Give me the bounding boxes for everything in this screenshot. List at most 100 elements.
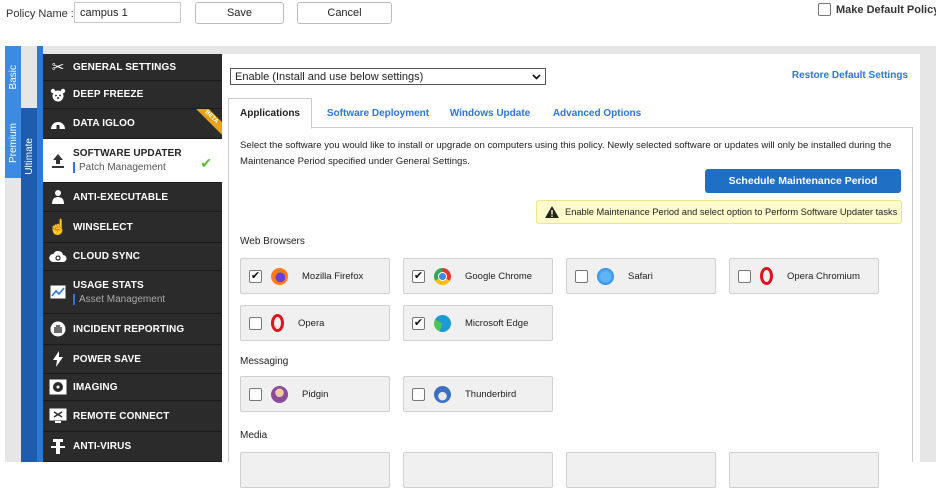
policy-name-input[interactable]: [74, 2, 181, 23]
software-name: Google Chrome: [465, 270, 533, 282]
sidebar-item-label: POWER SAVE: [73, 353, 142, 365]
sidebar-item-label: CLOUD SYNC: [73, 251, 141, 262]
software-item-media[interactable]: [729, 452, 879, 488]
sidebar-item-deep-freeze[interactable]: DEEP FREEZE: [43, 81, 222, 109]
make-default-checkbox[interactable]: [818, 3, 831, 16]
sidebar-item-imaging[interactable]: IMAGING: [43, 374, 222, 401]
thunderbird-icon: [434, 385, 451, 403]
igloo-icon: [43, 118, 73, 130]
software-checkbox[interactable]: ✔: [249, 269, 262, 283]
warning-text: Enable Maintenance Period and select opt…: [565, 207, 898, 217]
sidebar-item-incident-reporting[interactable]: INCIDENT REPORTING: [43, 314, 222, 345]
chart-icon: [43, 285, 73, 299]
sidebar-item-label: USAGE STATS: [73, 279, 144, 291]
firefox-icon: [271, 267, 288, 285]
policy-name-label: Policy Name :: [6, 8, 74, 20]
tier-premium: Premium: [5, 108, 21, 178]
software-item-firefox[interactable]: ✔ Mozilla Firefox: [240, 258, 390, 294]
tools-icon: ✂: [51, 59, 65, 76]
sidebar-item-anti-virus[interactable]: ANTI-VIRUS: [43, 432, 222, 462]
sidebar-item-cloud-sync[interactable]: CLOUD SYNC: [43, 243, 222, 271]
warning-icon: [545, 206, 559, 218]
software-checkbox[interactable]: [575, 269, 588, 283]
tier-premium-label: Premium: [7, 122, 19, 163]
edge-icon: [434, 314, 451, 332]
schedule-maintenance-button[interactable]: Schedule Maintenance Period: [705, 169, 901, 193]
antivirus-icon: [43, 438, 73, 455]
software-item-chrome[interactable]: ✔ Google Chrome: [403, 258, 553, 294]
make-default-policy-toggle[interactable]: Make Default Policy: [818, 3, 936, 16]
cloud-sync-icon: [43, 250, 73, 263]
software-checkbox[interactable]: [412, 387, 425, 401]
tab-bar: Applications Software Deployment Windows…: [228, 98, 913, 129]
software-checkbox[interactable]: [738, 269, 751, 283]
sidebar-item-label: IMAGING: [73, 381, 118, 393]
sidebar-item-general-settings[interactable]: ✂ GENERAL SETTINGS: [43, 54, 222, 81]
disc-icon: [43, 379, 73, 395]
software-item-thunderbird[interactable]: Thunderbird: [403, 376, 553, 412]
restore-default-link[interactable]: Restore Default Settings: [792, 70, 908, 81]
cursor-hand-icon: ☝: [48, 219, 68, 236]
software-item-opera-chromium[interactable]: Opera Chromium: [729, 258, 879, 294]
opera-icon: [271, 314, 284, 332]
tab-applications[interactable]: Applications: [228, 98, 312, 129]
sidebar-item-usage-stats[interactable]: USAGE STATS Asset Management: [43, 271, 222, 314]
hand-icon: [43, 321, 73, 337]
tab-software-deployment[interactable]: Software Deployment: [316, 98, 440, 128]
software-item-opera[interactable]: Opera: [240, 305, 390, 341]
tab-advanced-options[interactable]: Advanced Options: [544, 98, 650, 128]
software-item-edge[interactable]: ✔ Microsoft Edge: [403, 305, 553, 341]
sidebar-item-label: ANTI-EXECUTABLE: [73, 191, 169, 203]
opera-icon: [760, 267, 773, 285]
sidebar-item-label: SOFTWARE UPDATER: [73, 148, 182, 159]
tab-description: Select the software you would like to in…: [240, 140, 892, 167]
software-name: Microsoft Edge: [465, 317, 529, 329]
chrome-icon: [434, 267, 451, 285]
software-name: Thunderbird: [465, 388, 517, 400]
sidebar-item-remote-connect[interactable]: REMOTE CONNECT: [43, 401, 222, 432]
bear-icon: [43, 88, 73, 102]
check-icon: ✔: [200, 155, 212, 171]
software-item-media[interactable]: [403, 452, 553, 488]
beta-badge: BETA: [196, 109, 222, 135]
mode-select-value: Enable (Install and use below settings): [235, 70, 424, 83]
main-panel: Enable (Install and use below settings) …: [222, 54, 920, 488]
software-item-media[interactable]: [566, 452, 716, 488]
sidebar-item-winselect[interactable]: ☝ WINSELECT: [43, 212, 222, 243]
remote-icon: [43, 408, 73, 424]
tier-ultimate: Ultimate: [21, 108, 37, 462]
software-item-safari[interactable]: Safari: [566, 258, 716, 294]
mode-select[interactable]: Enable (Install and use below settings): [230, 68, 546, 85]
software-checkbox[interactable]: ✔: [412, 269, 425, 283]
sidebar-item-label: REMOTE CONNECT: [73, 410, 170, 422]
category-label-media: Media: [240, 430, 268, 441]
software-item-pidgin[interactable]: Pidgin: [240, 376, 390, 412]
sidebar-item-label: DATA IGLOO: [73, 118, 135, 129]
sidebar-item-power-save[interactable]: POWER SAVE: [43, 345, 222, 374]
software-item-media[interactable]: [240, 452, 390, 488]
shield-person-icon: [43, 189, 73, 205]
sidebar-item-label: INCIDENT REPORTING: [73, 323, 185, 335]
tab-windows-update[interactable]: Windows Update: [440, 98, 540, 128]
sidebar-item-data-igloo[interactable]: DATA IGLOO BETA: [43, 109, 222, 139]
safari-icon: [597, 267, 614, 285]
sidebar-item-software-updater[interactable]: SOFTWARE UPDATER Patch Management ✔: [43, 139, 222, 183]
save-button[interactable]: Save: [195, 2, 284, 24]
tier-basic-label: Basic: [7, 64, 19, 90]
software-checkbox[interactable]: [249, 316, 262, 330]
software-name: Pidgin: [302, 388, 329, 400]
sidebar-nav: ✂ GENERAL SETTINGS DEEP FREEZE DATA IGLO…: [43, 54, 222, 462]
software-checkbox[interactable]: ✔: [412, 316, 425, 330]
cancel-button[interactable]: Cancel: [297, 2, 392, 24]
tier-basic: Basic: [5, 46, 21, 108]
software-name: Opera Chromium: [787, 270, 860, 282]
sidebar-item-label: DEEP FREEZE: [73, 89, 144, 100]
applications-tab-content: Select the software you would like to in…: [228, 128, 913, 488]
software-checkbox[interactable]: [249, 387, 262, 401]
category-label-web-browsers: Web Browsers: [240, 236, 305, 247]
lightning-icon: [43, 351, 73, 367]
sidebar-item-label: ANTI-VIRUS: [73, 441, 132, 452]
sidebar-item-anti-executable[interactable]: ANTI-EXECUTABLE: [43, 183, 222, 212]
tier-ultimate-label: Ultimate: [23, 138, 35, 175]
policy-header: Policy Name : Save Cancel Make Default P…: [0, 0, 936, 40]
